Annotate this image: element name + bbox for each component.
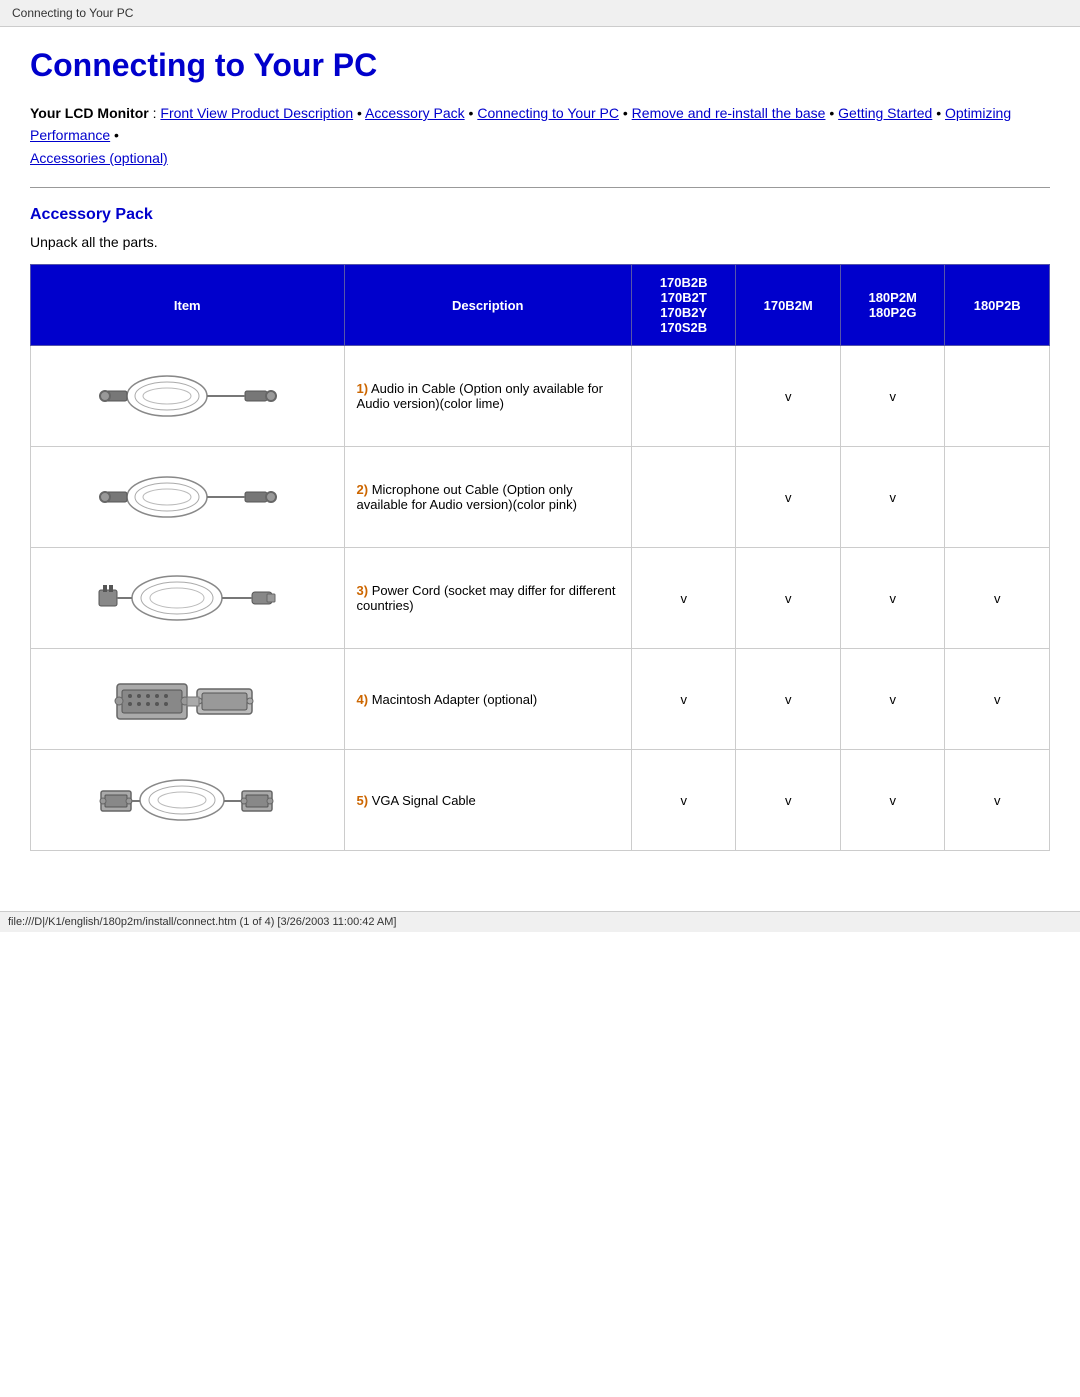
check-2-col4 bbox=[945, 447, 1050, 548]
table-row: 2) Microphone out Cable (Option only ava… bbox=[31, 447, 1050, 548]
accessory-table: Item Description 170B2B170B2T170B2Y170S2… bbox=[30, 264, 1050, 851]
check-4-col3: v bbox=[840, 649, 945, 750]
check-5-col1: v bbox=[631, 750, 736, 851]
link-reinstall[interactable]: Remove and re-install the base bbox=[632, 105, 826, 121]
vga-cable-img bbox=[39, 760, 336, 840]
desc-cell-5: 5) VGA Signal Cable bbox=[344, 750, 631, 851]
item-cell-4 bbox=[31, 649, 345, 750]
page-title: Connecting to Your PC bbox=[30, 47, 1050, 84]
check-2-col3: v bbox=[840, 447, 945, 548]
item-num-4: 4) bbox=[357, 692, 369, 707]
intro-paragraph: Your LCD Monitor : Front View Product De… bbox=[30, 102, 1050, 169]
item-num-1: 1) bbox=[357, 381, 369, 396]
section-title: Accessory Pack bbox=[30, 206, 1050, 224]
check-1-col3: v bbox=[840, 346, 945, 447]
col-header-item: Item bbox=[31, 265, 345, 346]
status-bar-text: file:///D|/K1/english/180p2m/install/con… bbox=[8, 916, 397, 928]
table-row: 3) Power Cord (socket may differ for dif… bbox=[31, 548, 1050, 649]
col-header-170b2m: 170B2M bbox=[736, 265, 841, 346]
check-2-col1 bbox=[631, 447, 736, 548]
power-cord-img bbox=[39, 558, 336, 638]
col-header-180p2b: 180P2B bbox=[945, 265, 1050, 346]
col-header-170b2b: 170B2B170B2T170B2Y170S2B bbox=[631, 265, 736, 346]
desc-cell-4: 4) Macintosh Adapter (optional) bbox=[344, 649, 631, 750]
item-cell-5 bbox=[31, 750, 345, 851]
check-5-col3: v bbox=[840, 750, 945, 851]
table-row: 4) Macintosh Adapter (optional) v v v v bbox=[31, 649, 1050, 750]
col-header-desc: Description bbox=[344, 265, 631, 346]
check-3-col4: v bbox=[945, 548, 1050, 649]
check-4-col4: v bbox=[945, 649, 1050, 750]
item-desc-4: Macintosh Adapter (optional) bbox=[372, 692, 537, 707]
col-header-180p2m: 180P2M180P2G bbox=[840, 265, 945, 346]
mac-adapter-img bbox=[39, 659, 336, 739]
table-row: 1) Audio in Cable (Option only available… bbox=[31, 346, 1050, 447]
desc-cell-2: 2) Microphone out Cable (Option only ava… bbox=[344, 447, 631, 548]
table-row: 5) VGA Signal Cable v v v v bbox=[31, 750, 1050, 851]
item-num-5: 5) bbox=[357, 793, 369, 808]
check-5-col4: v bbox=[945, 750, 1050, 851]
check-4-col2: v bbox=[736, 649, 841, 750]
link-accessories[interactable]: Accessories (optional) bbox=[30, 150, 168, 166]
link-getting-started[interactable]: Getting Started bbox=[838, 105, 932, 121]
browser-bar: Connecting to Your PC bbox=[0, 0, 1080, 27]
desc-cell-1: 1) Audio in Cable (Option only available… bbox=[344, 346, 631, 447]
item-num-2: 2) bbox=[357, 482, 369, 497]
unpack-text: Unpack all the parts. bbox=[30, 234, 1050, 250]
item-cell-3 bbox=[31, 548, 345, 649]
item-desc-1: Audio in Cable (Option only available fo… bbox=[357, 381, 603, 411]
check-2-col2: v bbox=[736, 447, 841, 548]
item-desc-3: Power Cord (socket may differ for differ… bbox=[357, 583, 616, 613]
item-desc-5: VGA Signal Cable bbox=[372, 793, 476, 808]
check-3-col3: v bbox=[840, 548, 945, 649]
check-3-col2: v bbox=[736, 548, 841, 649]
link-front-view[interactable]: Front View Product Description bbox=[160, 105, 353, 121]
browser-bar-text: Connecting to Your PC bbox=[12, 6, 133, 20]
intro-label: Your LCD Monitor bbox=[30, 105, 149, 121]
check-1-col1 bbox=[631, 346, 736, 447]
link-accessory-pack[interactable]: Accessory Pack bbox=[365, 105, 465, 121]
status-bar: file:///D|/K1/english/180p2m/install/con… bbox=[0, 911, 1080, 932]
check-5-col2: v bbox=[736, 750, 841, 851]
check-1-col4 bbox=[945, 346, 1050, 447]
link-connecting[interactable]: Connecting to Your PC bbox=[477, 105, 619, 121]
mic-out-cable-img bbox=[39, 457, 336, 537]
check-1-col2: v bbox=[736, 346, 841, 447]
check-4-col1: v bbox=[631, 649, 736, 750]
item-cell-1 bbox=[31, 346, 345, 447]
desc-cell-3: 3) Power Cord (socket may differ for dif… bbox=[344, 548, 631, 649]
item-desc-2: Microphone out Cable (Option only availa… bbox=[357, 482, 577, 512]
audio-in-cable-img bbox=[39, 356, 336, 436]
item-cell-2 bbox=[31, 447, 345, 548]
item-num-3: 3) bbox=[357, 583, 369, 598]
check-3-col1: v bbox=[631, 548, 736, 649]
section-divider bbox=[30, 187, 1050, 188]
